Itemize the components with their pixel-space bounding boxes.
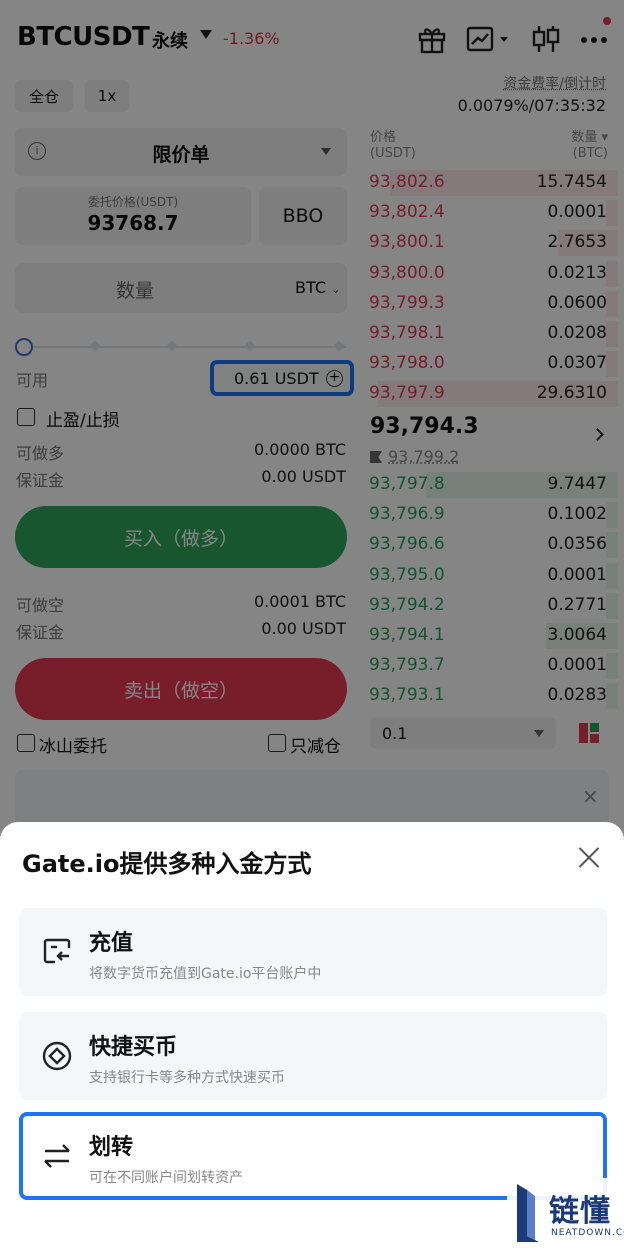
option-title: 充值 [89, 925, 133, 957]
watermark: 链懂 NEATDOWN.COM [507, 1178, 624, 1248]
watermark-text: 链懂 [549, 1186, 611, 1230]
option-deposit[interactable]: 充值 将数字货币充值到Gate.io平台账户中 [19, 908, 607, 996]
watermark-logo-icon [513, 1180, 541, 1246]
watermark-domain: NEATDOWN.COM [551, 1228, 624, 1238]
buy-crypto-icon [41, 1040, 73, 1072]
deposit-icon [41, 936, 73, 968]
option-title: 划转 [89, 1129, 133, 1161]
close-icon[interactable] [578, 846, 600, 868]
option-quick-buy[interactable]: 快捷买币 支持银行卡等多种方式快速买币 [19, 1012, 607, 1100]
sheet-title: Gate.io提供多种入金方式 [22, 844, 311, 879]
option-subtitle: 支持银行卡等多种方式快速买币 [89, 1067, 285, 1087]
option-subtitle: 将数字货币充值到Gate.io平台账户中 [89, 963, 321, 983]
trading-screen: BTCUSDT 永续 -1.36% 全仓 1x 资金费率/倒计时 0.0079%… [0, 0, 624, 1248]
option-title: 快捷买币 [89, 1029, 177, 1061]
option-subtitle: 可在不同账户间划转资产 [89, 1167, 243, 1187]
transfer-icon [41, 1140, 73, 1172]
